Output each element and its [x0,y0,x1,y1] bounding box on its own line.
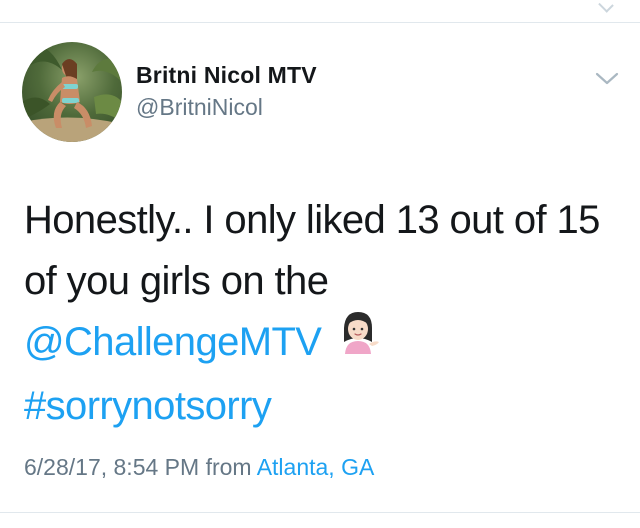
tweet-text-line-3: @ChallengeMTV [24,312,624,376]
chevron-down-icon[interactable] [592,66,622,90]
tweet-text-line-1: Honestly.. I only liked 13 out of 15 [24,198,600,242]
from-label: from [205,454,252,480]
tweet-text-line-2: of you girls on the [24,259,329,303]
author-handle[interactable]: @BritniNicol [136,94,263,121]
top-divider [0,22,640,23]
timestamp[interactable]: 6/28/17, 8:54 PM [24,454,199,480]
author-name[interactable]: Britni Nicol MTV [136,62,317,89]
avatar[interactable] [22,42,122,142]
information-desk-person-emoji-icon [335,308,381,372]
mention-link[interactable]: @ChallengeMTV [24,320,322,364]
previous-chevron-icon [598,0,614,13]
avatar-photo [22,42,122,142]
tweet-text: Honestly.. I only liked 13 out of 15 of … [24,190,624,437]
hashtag-link[interactable]: #sorrynotsorry [24,376,624,437]
location-link[interactable]: Atlanta, GA [257,454,375,480]
tweet-meta: 6/28/17, 8:54 PM from Atlanta, GA [24,454,374,481]
bottom-divider [0,512,640,513]
